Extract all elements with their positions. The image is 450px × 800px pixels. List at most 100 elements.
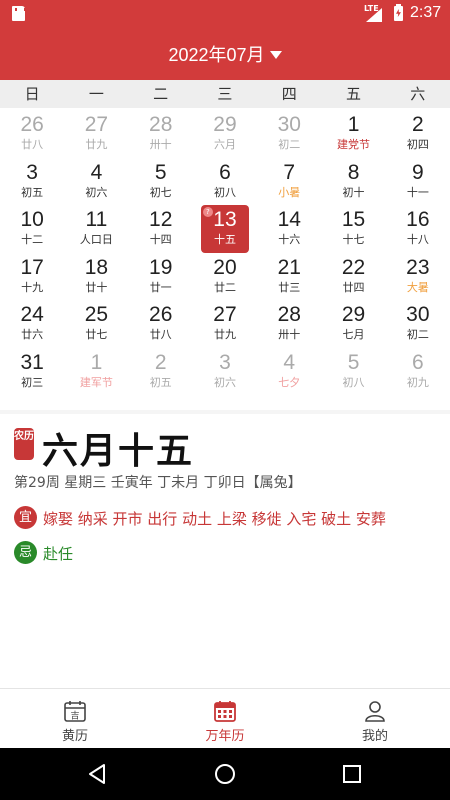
weekday-label: 四 [281,85,297,103]
calendar-day-cell[interactable]: 5 初七 [129,160,193,207]
day-number: 21 [277,255,301,279]
weekday-label: 一 [88,85,104,103]
lunar-day-label: 卅十 [149,138,172,151]
lunar-day-label: 十九 [21,280,44,294]
lunar-day-label: 廿七 [85,328,108,341]
lunar-day-label: 初六 [213,375,236,389]
day-number: 23 [406,255,430,279]
calendar-grid: 26 廿八 27 廿九 28 卅十 29 六月 30 初二 1 建党节 2 初四 3 初五 4 初六 5 初七 6 初八 7… [0,112,450,402]
calendar-day-cell[interactable]: 6 初九 [386,350,450,397]
calendar-day-cell[interactable]: 2 初四 [386,112,450,159]
calendar-day-cell[interactable]: 11 人口日 [64,207,128,254]
weekday-label: 二 [153,85,169,103]
lunar-day-label: 十二 [21,233,44,246]
calendar-day-cell[interactable]: 26 廿八 [0,112,64,159]
lunar-day-label: 廿八 [149,328,172,341]
section-divider [0,410,450,414]
calendar-day-cell[interactable]: 6 初八 [193,160,257,207]
weekday-label: 五 [345,85,361,103]
calendar-day-cell[interactable]: 28 卅十 [257,302,321,349]
tab-profile[interactable]: 我的 [300,689,450,748]
tab-calendar-label: 万年历 [205,729,245,744]
calendar-day-cell[interactable]: 30 初二 [257,112,321,159]
calendar-day-cell[interactable]: 21 廿三 [257,255,321,302]
calendar-day-cell[interactable]: 8 初十 [321,160,385,207]
lunar-day-label: 初五 [149,375,172,389]
lunar-day-label: 十一 [406,185,429,199]
lunar-day-label: 七夕 [278,375,301,389]
calendar-day-cell[interactable]: 29 六月 [193,112,257,159]
calendar-day-cell[interactable]: 24 廿六 [0,302,64,349]
calendar-day-cell[interactable]: ? 13 十五 [193,205,257,254]
calendar-day-cell[interactable]: 27 廿九 [64,112,128,159]
battery-icon [394,4,403,21]
calendar-day-cell[interactable]: 12 十四 [129,207,193,254]
day-number: 26 [149,303,173,326]
calendar-day-cell[interactable]: 26 廿八 [129,302,193,349]
recents-icon[interactable] [340,762,364,786]
calendar-day-cell[interactable]: 9 十一 [386,160,450,207]
day-number: 27 [84,113,109,136]
tab-almanac-label: 黄历 [61,729,88,744]
day-number: 12 [149,208,173,231]
calendar-day-cell[interactable]: 29 七月 [321,302,385,349]
calendar-day-cell[interactable]: 15 十七 [321,207,385,254]
ji-badge: 忌 [14,541,37,564]
lunar-day-label: 人口日 [79,233,113,246]
calendar-day-cell[interactable]: 25 廿七 [64,302,128,349]
calendar-day-cell[interactable]: 22 廿四 [321,255,385,302]
calendar-icon [214,701,236,722]
home-icon[interactable] [213,762,237,786]
bottom-tab-bar: 吉 黄历 万年历 我的 [0,688,450,748]
lunar-day-label: 大暑 [406,280,429,294]
calendar-day-cell[interactable]: 20 廿二 [193,255,257,302]
lunar-day-label: 十四 [149,233,172,246]
day-number: 29 [341,303,366,326]
calendar-day-cell[interactable]: 14 十六 [257,207,321,254]
day-number: 30 [277,113,301,136]
month-selector[interactable]: 2022年07月 [168,41,282,67]
day-number: 30 [406,303,430,326]
calendar-day-cell[interactable]: 31 初三 [0,350,64,397]
calendar-day-cell[interactable]: 2 初五 [129,350,193,397]
day-number: 25 [84,303,109,326]
lunar-day-label: 初二 [406,328,429,341]
lunar-day-label: 初七 [149,185,172,199]
calendar-day-cell[interactable]: 3 初六 [193,350,257,397]
calendar-day-cell[interactable]: 18 廿十 [64,255,128,302]
day-number: 7 [283,160,296,184]
calendar-day-cell[interactable]: 19 廿一 [129,255,193,302]
lunar-day-label: 廿九 [85,138,108,151]
calendar-day-cell[interactable]: 5 初八 [321,350,385,397]
yi-row: 宜 嫁娶 纳采 开市 出行 动土 上梁 移徙 入宅 破土 安葬 [14,506,444,532]
calendar-day-cell[interactable]: 16 十八 [386,207,450,254]
day-number: 2 [411,113,424,136]
calendar-day-cell[interactable]: 28 卅十 [129,112,193,159]
weekday-header: 日 一 二 三 四 五 六 [0,80,450,108]
calendar-day-cell[interactable]: 23 大暑 [386,255,450,302]
back-icon[interactable] [86,762,110,786]
calendar-day-cell[interactable]: 4 初六 [64,160,128,207]
tab-calendar[interactable]: 万年历 [150,689,300,748]
calendar-day-cell[interactable]: 27 廿九 [193,302,257,349]
calendar-day-cell[interactable]: 1 建军节 [64,350,128,397]
sd-card-icon [12,6,26,21]
day-number: 26 [20,113,44,136]
calendar-day-cell[interactable]: 17 十九 [0,255,64,302]
calendar-day-cell[interactable]: 3 初五 [0,160,64,207]
day-number: 31 [20,350,44,374]
calendar-day-cell[interactable]: 30 初二 [386,302,450,349]
tab-profile-label: 我的 [361,729,388,744]
calendar-day-cell[interactable]: 1 建党节 [321,112,385,159]
weekday-label: 六 [410,85,426,103]
calendar-day-cell[interactable]: 7 小暑 [257,160,321,207]
calendar-day-cell[interactable]: 10 十二 [0,207,64,254]
tab-almanac[interactable]: 吉 黄历 [0,689,150,748]
lunar-day-label: 十七 [342,233,365,246]
lunar-day-label: 初四 [406,138,429,151]
almanac-icon: 吉 [64,701,86,722]
yi-items: 嫁娶 纳采 开市 出行 动土 上梁 移徙 入宅 破土 安葬 [43,510,386,528]
calendar-day-cell[interactable]: 4 七夕 [257,350,321,397]
lunar-day-label: 初二 [278,138,301,151]
nongli-badge: 农历 [14,428,34,460]
